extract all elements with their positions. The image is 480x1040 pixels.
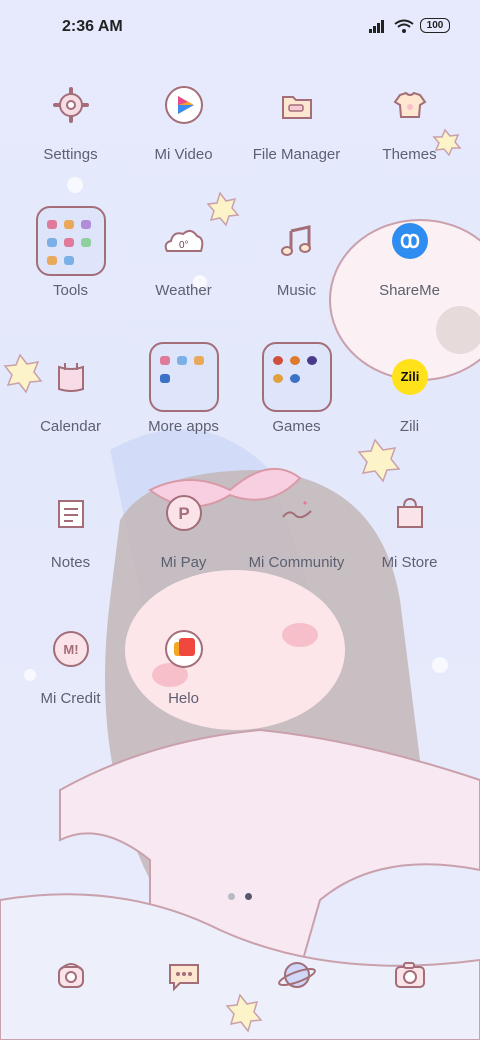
app-settings[interactable]: Settings [14,80,127,216]
gear-icon [52,87,89,123]
camera-icon [394,962,425,988]
music-note-icon [280,225,311,256]
dock-camera[interactable] [353,950,466,1010]
folder-games[interactable]: Games [240,342,353,488]
app-themes[interactable]: Themes [353,80,466,216]
app-helo[interactable]: Helo [127,624,240,760]
shirt-icon [393,91,426,118]
zili-icon: Zili [391,359,428,395]
browser-planet-icon [277,962,316,988]
app-calendar[interactable]: Calendar [14,352,127,488]
notes-icon [57,500,84,528]
signal-icon [369,19,384,33]
folder-icon [148,342,219,412]
dock [14,950,466,1010]
app-weather[interactable]: 0° Weather [127,216,240,352]
dock-messages[interactable] [127,950,240,1010]
folder-more-apps[interactable]: More apps [127,342,240,488]
community-icon [281,501,312,519]
helo-icon [164,630,203,668]
app-music[interactable]: Music [240,216,353,352]
page-indicator [228,893,252,900]
app-notes[interactable]: Notes [14,488,127,624]
page-dot[interactable] [228,893,235,900]
app-shareme[interactable]: ShareMe [353,216,466,352]
folder-icon [35,206,106,276]
dock-browser[interactable] [240,950,353,1010]
shareme-icon [391,223,428,259]
dock-phone[interactable] [14,950,127,1010]
pay-icon: P [165,495,202,531]
app-mi-pay[interactable]: P Mi Pay [127,488,240,624]
app-mi-credit[interactable]: M! Mi Credit [14,624,127,760]
app-zili[interactable]: Zili Zili [353,352,466,488]
zili-logo-text: Zili [400,369,419,384]
shopping-bag-icon [396,497,423,528]
folder-icon [281,96,312,119]
app-file-manager[interactable]: File Manager [240,80,353,216]
app-mi-video[interactable]: Mi Video [127,80,240,216]
messages-icon [168,964,199,992]
phone-icon [57,963,84,988]
calendar-icon [57,363,84,392]
page-dot-active[interactable] [245,893,252,900]
app-mi-community[interactable]: Mi Community [240,488,353,624]
pay-logo-text: P [178,504,189,523]
app-mi-store[interactable]: Mi Store [353,488,466,624]
credit-logo-text: M! [63,642,78,657]
status-time: 2:36 AM [62,18,123,35]
folder-icon [261,342,332,412]
folder-tools[interactable]: Tools [14,206,127,352]
weather-temp: 0° [179,240,189,251]
status-bar: 2:36 AM 100 [0,0,480,56]
play-icon [164,86,203,124]
battery-icon: 100 [420,18,450,33]
app-grid: Settings Mi Video File Manager Themes To… [14,80,466,760]
weather-cloud-icon: 0° [164,230,203,252]
wifi-icon [394,19,414,33]
credit-icon: M! [52,631,89,667]
